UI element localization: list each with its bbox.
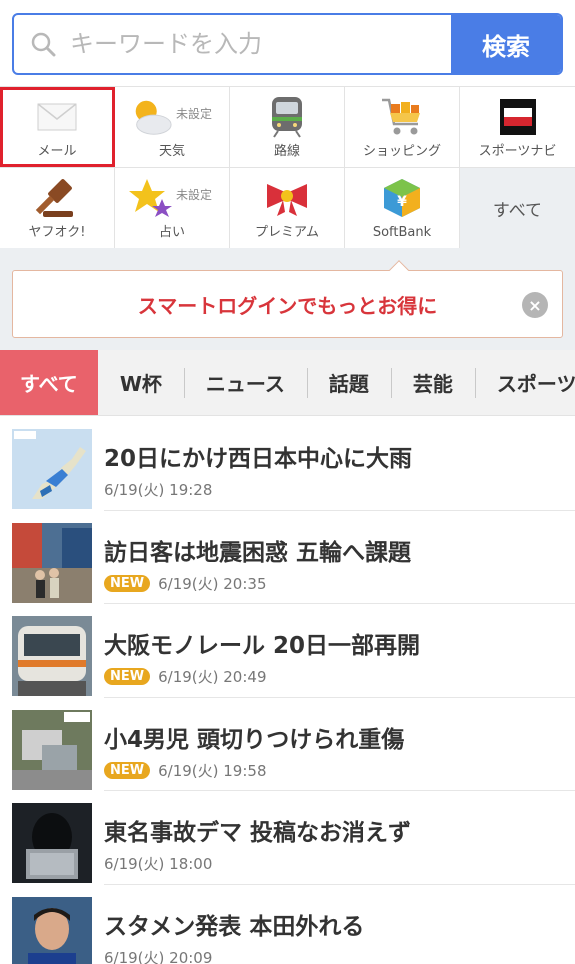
service-premium[interactable]: プレミアム (230, 168, 345, 248)
service-label: ヤフオク! (28, 225, 86, 240)
sportsnavi-logo-icon (496, 95, 540, 139)
news-date: 6/19(火) 19:28 (104, 481, 213, 499)
list-item[interactable]: 訪日客は地震困惑 五輪へ課題 NEW 6/19(火) 20:35 (0, 511, 575, 605)
news-text: 東名事故デマ 投稿なお消えず 6/19(火) 18:00 (104, 813, 411, 874)
news-date: 6/19(火) 20:49 (158, 668, 267, 686)
service-label: スポーツナビ (478, 144, 557, 159)
news-meta: 6/19(火) 20:09 (104, 947, 364, 964)
news-date: 6/19(火) 18:00 (104, 855, 213, 873)
service-label: SoftBank (372, 225, 432, 240)
category-tabs: すべて W杯 ニュース 話題 芸能 スポーツ (0, 350, 575, 416)
news-date: 6/19(火) 20:09 (104, 948, 213, 964)
service-weather[interactable]: 未設定 天気 (115, 87, 230, 167)
news-meta: NEW 6/19(火) 19:58 (104, 760, 404, 781)
smart-login-banner[interactable]: スマートログインでもっとお得に × (12, 270, 563, 338)
news-text: 大阪モノレール 20日一部再開 NEW 6/19(火) 20:49 (104, 626, 420, 687)
service-label: メール (37, 144, 77, 159)
news-text: 訪日客は地震困惑 五輪へ課題 NEW 6/19(火) 20:35 (104, 533, 411, 594)
service-label: プレミアム (254, 225, 320, 240)
weather-status: 未設定 (176, 107, 213, 121)
search-input[interactable] (70, 30, 451, 58)
service-row: メール 未設定 天気 路線 ショッピング スポーツナビ (0, 87, 575, 168)
news-meta: 6/19(火) 19:28 (104, 479, 412, 500)
news-meta: NEW 6/19(火) 20:49 (104, 666, 420, 687)
service-label: 占い (158, 225, 185, 240)
service-label: 路線 (273, 144, 300, 159)
search-box: 検索 (12, 13, 563, 75)
search-bar: 検索 (0, 0, 575, 86)
list-item[interactable]: 小4男児 頭切りつけられ重傷 NEW 6/19(火) 19:58 (0, 698, 575, 792)
new-badge: NEW (104, 761, 151, 779)
news-title[interactable]: 訪日客は地震困惑 五輪へ課題 (104, 533, 411, 567)
tab-news[interactable]: ニュース (183, 350, 307, 415)
fortune-stars-icon (129, 176, 173, 220)
service-all[interactable]: すべて (460, 168, 575, 248)
close-icon[interactable]: × (522, 292, 548, 318)
hacker-thumbnail (12, 803, 92, 883)
service-fortune[interactable]: 未設定 占い (115, 168, 230, 248)
service-sportsnavi[interactable]: スポーツナビ (460, 87, 575, 167)
new-badge: NEW (104, 574, 151, 592)
service-grid: メール 未設定 天気 路線 ショッピング スポーツナビ ヤフオク! 未設定 占い… (0, 86, 575, 249)
weather-map-thumbnail (12, 429, 92, 509)
svg-text:¥: ¥ (397, 194, 407, 210)
train-icon (265, 95, 309, 139)
news-text: スタメン発表 本田外れる 6/19(火) 20:09 (104, 907, 364, 964)
news-date: 6/19(火) 20:35 (158, 574, 267, 593)
search-icon (30, 31, 56, 57)
service-label: ショッピング (362, 144, 441, 159)
news-meta: NEW 6/19(火) 20:35 (104, 573, 411, 594)
list-item[interactable]: 東名事故デマ 投稿なお消えず 6/19(火) 18:00 (0, 791, 575, 885)
news-title[interactable]: 20日にかけ西日本中心に大雨 (104, 439, 412, 473)
mail-icon (35, 95, 79, 139)
auction-gavel-icon (35, 176, 79, 220)
smart-login-text[interactable]: スマートログインでもっとお得に (138, 290, 437, 319)
service-mail[interactable]: メール (0, 87, 115, 167)
tab-sports[interactable]: スポーツ (474, 350, 575, 415)
monorail-thumbnail (12, 616, 92, 696)
tab-entertainment[interactable]: 芸能 (390, 350, 475, 415)
service-train[interactable]: 路線 (230, 87, 345, 167)
tab-topics[interactable]: 話題 (306, 350, 391, 415)
list-item[interactable]: スタメン発表 本田外れる 6/19(火) 20:09 (0, 885, 575, 964)
premium-ribbon-icon (265, 176, 309, 220)
news-text: 20日にかけ西日本中心に大雨 6/19(火) 19:28 (104, 439, 412, 500)
soccer-player-thumbnail (12, 896, 92, 964)
news-title[interactable]: スタメン発表 本田外れる (104, 907, 364, 941)
news-list: 20日にかけ西日本中心に大雨 6/19(火) 19:28 訪日客は地震困惑 五輪… (0, 417, 575, 964)
news-title[interactable]: 大阪モノレール 20日一部再開 (104, 626, 420, 660)
tourists-thumbnail (12, 522, 92, 603)
service-softbank[interactable]: ¥ SoftBank (345, 168, 460, 248)
tab-worldcup[interactable]: W杯 (98, 350, 184, 415)
tab-all[interactable]: すべて (0, 350, 98, 415)
weather-icon (129, 95, 173, 139)
softbank-icon: ¥ (380, 176, 424, 220)
search-input-area[interactable] (14, 15, 451, 73)
new-badge: NEW (104, 668, 151, 685)
news-title[interactable]: 東名事故デマ 投稿なお消えず (104, 813, 411, 847)
service-shopping[interactable]: ショッピング (345, 87, 460, 167)
news-text: 小4男児 頭切りつけられ重傷 NEW 6/19(火) 19:58 (104, 720, 404, 781)
search-button[interactable]: 検索 (451, 15, 561, 73)
service-label: 天気 (158, 144, 185, 159)
news-date: 6/19(火) 19:58 (158, 761, 267, 780)
service-row: ヤフオク! 未設定 占い プレミアム ¥ SoftBank すべて (0, 168, 575, 249)
news-meta: 6/19(火) 18:00 (104, 853, 411, 874)
news-title[interactable]: 小4男児 頭切りつけられ重傷 (104, 720, 404, 754)
shopping-cart-icon (380, 95, 424, 139)
service-label: すべて (492, 200, 543, 221)
service-auction[interactable]: ヤフオク! (0, 168, 115, 248)
list-item[interactable]: 大阪モノレール 20日一部再開 NEW 6/19(火) 20:49 (0, 604, 575, 698)
fortune-status: 未設定 (176, 188, 213, 202)
aerial-scene-thumbnail (12, 709, 92, 790)
list-item[interactable]: 20日にかけ西日本中心に大雨 6/19(火) 19:28 (0, 417, 575, 511)
